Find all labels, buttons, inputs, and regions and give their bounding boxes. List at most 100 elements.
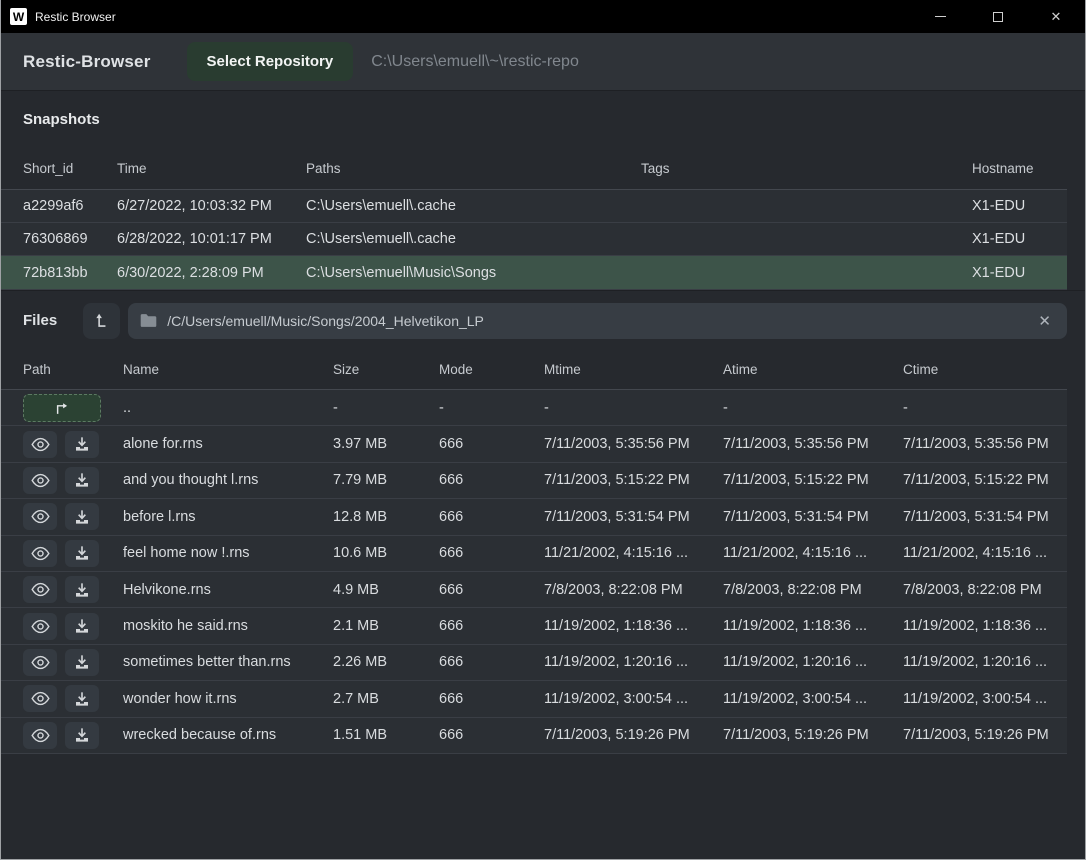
file-ctime: 7/11/2003, 5:35:56 PM (903, 436, 1067, 452)
file-size: 4.9 MB (333, 582, 439, 598)
column-size: Size (333, 362, 439, 377)
file-mode: 666 (439, 509, 544, 525)
file-ctime: 7/8/2003, 8:22:08 PM (903, 582, 1067, 598)
file-row: wonder how it.rns 2.7 MB 666 11/19/2002,… (1, 681, 1067, 717)
file-mtime: 11/19/2002, 1:18:36 ... (544, 618, 723, 634)
download-file-button[interactable] (65, 613, 99, 640)
minimize-icon (935, 16, 946, 17)
snapshot-time: 6/27/2022, 10:03:32 PM (117, 198, 306, 214)
snapshot-row[interactable]: 76306869 6/28/2022, 10:01:17 PM C:\Users… (1, 223, 1067, 256)
snapshots-section: Snapshots Short_id Time Paths Tags Hostn… (1, 90, 1085, 290)
download-icon (74, 545, 90, 561)
file-name: feel home now !.rns (123, 545, 333, 561)
file-name: alone for.rns (123, 436, 333, 452)
download-file-button[interactable] (65, 685, 99, 712)
file-ctime: 7/11/2003, 5:19:26 PM (903, 727, 1067, 743)
file-mode: 666 (439, 436, 544, 452)
file-atime: 11/19/2002, 3:00:54 ... (723, 691, 903, 707)
file-mtime: 11/19/2002, 1:20:16 ... (544, 654, 723, 670)
file-mtime: 11/19/2002, 3:00:54 ... (544, 691, 723, 707)
download-icon (74, 727, 90, 743)
file-mtime: - (544, 400, 723, 416)
snapshots-table-header: Short_id Time Paths Tags Hostname (1, 148, 1067, 190)
close-button[interactable]: ✕ (1027, 0, 1085, 33)
download-file-button[interactable] (65, 431, 99, 458)
select-repository-button[interactable]: Select Repository (187, 42, 354, 81)
file-row: feel home now !.rns 10.6 MB 666 11/21/20… (1, 536, 1067, 572)
file-size: 2.1 MB (333, 618, 439, 634)
file-atime: - (723, 400, 903, 416)
column-paths: Paths (306, 161, 641, 176)
preview-file-button[interactable] (23, 613, 57, 640)
download-icon (74, 618, 90, 634)
file-mtime: 7/11/2003, 5:31:54 PM (544, 509, 723, 525)
file-atime: 7/8/2003, 8:22:08 PM (723, 582, 903, 598)
file-ctime: - (903, 400, 1067, 416)
titlebar: W Restic Browser ✕ (1, 0, 1085, 33)
file-mode: - (439, 400, 544, 416)
download-file-button[interactable] (65, 540, 99, 567)
snapshots-title: Snapshots (23, 111, 100, 128)
file-mode: 666 (439, 472, 544, 488)
preview-file-button[interactable] (23, 431, 57, 458)
current-path-text: /C/Users/emuell/Music/Songs/2004_Helveti… (167, 313, 1034, 329)
preview-file-button[interactable] (23, 576, 57, 603)
file-mtime: 7/11/2003, 5:15:22 PM (544, 472, 723, 488)
preview-file-button[interactable] (23, 722, 57, 749)
file-atime: 7/11/2003, 5:31:54 PM (723, 509, 903, 525)
column-tags: Tags (641, 161, 972, 176)
eye-icon (31, 509, 50, 524)
file-name: wrecked because of.rns (123, 727, 333, 743)
preview-file-button[interactable] (23, 467, 57, 494)
file-mtime: 7/11/2003, 5:19:26 PM (544, 727, 723, 743)
snapshot-hostname: X1-EDU (972, 198, 1067, 214)
file-size: 7.79 MB (333, 472, 439, 488)
preview-file-button[interactable] (23, 540, 57, 567)
file-size: 1.51 MB (333, 727, 439, 743)
column-atime: Atime (723, 362, 903, 377)
file-name: and you thought l.rns (123, 472, 333, 488)
snapshot-hostname: X1-EDU (972, 265, 1067, 281)
clear-path-button[interactable]: ✕ (1034, 310, 1055, 332)
file-ctime: 11/19/2002, 3:00:54 ... (903, 691, 1067, 707)
files-table-header: Path Name Size Mode Mtime Atime Ctime (1, 350, 1067, 390)
repository-path-field[interactable]: C:\Users\emuell\~\restic-repo (371, 53, 579, 71)
file-mtime: 7/11/2003, 5:35:56 PM (544, 436, 723, 452)
preview-file-button[interactable] (23, 685, 57, 712)
current-path-input[interactable]: /C/Users/emuell/Music/Songs/2004_Helveti… (128, 303, 1067, 339)
file-row: and you thought l.rns 7.79 MB 666 7/11/2… (1, 463, 1067, 499)
snapshot-time: 6/30/2022, 2:28:09 PM (117, 265, 306, 281)
preview-file-button[interactable] (23, 503, 57, 530)
dump-snapshot-button[interactable] (83, 303, 120, 339)
maximize-icon (993, 12, 1003, 22)
file-mode: 666 (439, 582, 544, 598)
download-file-button[interactable] (65, 503, 99, 530)
download-file-button[interactable] (65, 467, 99, 494)
snapshot-short-id: 72b813bb (23, 265, 117, 281)
eye-icon (31, 691, 50, 706)
file-name: Helvikone.rns (123, 582, 333, 598)
window-controls: ✕ (911, 0, 1085, 33)
minimize-button[interactable] (911, 0, 969, 33)
eye-icon (31, 728, 50, 743)
app-logo-icon: W (10, 8, 27, 25)
column-time: Time (117, 161, 306, 176)
file-size: 2.7 MB (333, 691, 439, 707)
download-file-button[interactable] (65, 722, 99, 749)
app-title: Restic-Browser (23, 52, 151, 72)
download-file-button[interactable] (65, 649, 99, 676)
file-size: - (333, 400, 439, 416)
snapshot-row[interactable]: a2299af6 6/27/2022, 10:03:32 PM C:\Users… (1, 190, 1067, 223)
snapshot-row[interactable]: 72b813bb 6/30/2022, 2:28:09 PM C:\Users\… (1, 256, 1067, 290)
go-up-directory-button[interactable] (23, 394, 101, 422)
download-file-button[interactable] (65, 576, 99, 603)
maximize-button[interactable] (969, 0, 1027, 33)
eye-icon (31, 546, 50, 561)
app-header: Restic-Browser Select Repository C:\User… (1, 33, 1085, 90)
snapshot-hostname: X1-EDU (972, 231, 1067, 247)
preview-file-button[interactable] (23, 649, 57, 676)
file-ctime: 7/11/2003, 5:15:22 PM (903, 472, 1067, 488)
snapshot-paths: C:\Users\emuell\.cache (306, 198, 641, 214)
file-row: wrecked because of.rns 1.51 MB 666 7/11/… (1, 718, 1067, 754)
file-row: alone for.rns 3.97 MB 666 7/11/2003, 5:3… (1, 426, 1067, 462)
